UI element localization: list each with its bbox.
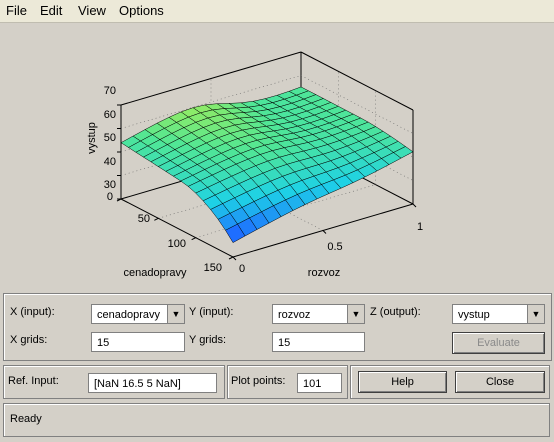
buttons-panel: Help Close — [350, 365, 550, 399]
axis-line — [154, 217, 159, 221]
ref-input-field[interactable]: [NaN 16.5 5 NaN] — [88, 373, 217, 393]
z-tick: 70 — [104, 85, 116, 97]
close-button[interactable]: Close — [455, 371, 545, 393]
z-output-select[interactable]: vystup ▼ — [452, 304, 545, 324]
evaluate-button[interactable]: Evaluate — [452, 332, 545, 354]
x-grids-label: X grids: — [10, 334, 48, 346]
z-tick-labels: 70 60 50 40 30 — [104, 85, 116, 191]
axis-line — [322, 230, 327, 234]
z-output-value: vystup — [458, 309, 490, 321]
z-axis-label: vystup — [86, 122, 98, 154]
menu-edit[interactable]: Edit — [40, 3, 62, 18]
menu-view[interactable]: View — [78, 3, 106, 18]
menu-file[interactable]: File — [6, 3, 27, 18]
y-input-label: Y (input): — [189, 306, 234, 318]
status-bar: Ready — [3, 403, 550, 437]
z-tick: 60 — [104, 109, 116, 121]
y-grids-field[interactable]: 15 — [272, 332, 365, 352]
axis-controls-panel: X (input): cenadopravy ▼ Y (input): rozv… — [3, 293, 552, 361]
x-tick: 0 — [107, 191, 113, 203]
chevron-down-icon: ▼ — [527, 305, 544, 323]
x-input-label: X (input): — [10, 306, 55, 318]
x-input-select[interactable]: cenadopravy ▼ — [91, 304, 185, 324]
y-input-value: rozvoz — [278, 309, 311, 321]
menu-options[interactable]: Options — [119, 3, 164, 18]
surface-plot-canvas[interactable]: 70 60 50 40 30 0 50 100 150 0 0.5 1 vyst… — [0, 23, 554, 289]
help-button[interactable]: Help — [358, 371, 447, 393]
x-input-value: cenadopravy — [97, 309, 160, 321]
plot-points-label: Plot points: — [231, 375, 286, 387]
y-tick: 0 — [239, 263, 245, 275]
ref-input-label: Ref. Input: — [8, 375, 59, 387]
y-tick: 0.5 — [327, 241, 342, 253]
surface-mesh — [120, 86, 414, 243]
axis-line — [232, 256, 237, 261]
y-tick: 1 — [417, 221, 423, 233]
x-tick: 50 — [138, 213, 150, 225]
chevron-down-icon: ▼ — [167, 305, 184, 323]
axis-line — [412, 203, 417, 208]
z-tick: 30 — [104, 179, 116, 191]
z-tick: 50 — [104, 132, 116, 144]
z-tick: 40 — [104, 156, 116, 168]
x-tick-labels: 0 50 100 150 — [107, 191, 222, 274]
axis-line — [191, 237, 196, 241]
plot-points-field[interactable]: 101 — [297, 373, 342, 393]
x-axis-label: cenadopravy — [124, 267, 187, 279]
chevron-down-icon: ▼ — [347, 305, 364, 323]
y-axis-label: rozvoz — [308, 267, 340, 279]
status-text: Ready — [10, 413, 42, 425]
x-tick: 100 — [168, 238, 186, 250]
plot-points-panel: Plot points: 101 — [227, 365, 348, 399]
z-output-label: Z (output): — [370, 306, 421, 318]
y-input-select[interactable]: rozvoz ▼ — [272, 304, 365, 324]
x-grids-field[interactable]: 15 — [91, 332, 185, 352]
axis-line — [228, 256, 234, 260]
ref-input-panel: Ref. Input: [NaN 16.5 5 NaN] — [3, 365, 225, 399]
surface-plot[interactable]: 70 60 50 40 30 0 50 100 150 0 0.5 1 vyst… — [0, 23, 554, 289]
menu-bar: File Edit View Options — [0, 0, 554, 23]
x-tick: 150 — [204, 262, 222, 274]
y-grids-label: Y grids: — [189, 334, 227, 346]
